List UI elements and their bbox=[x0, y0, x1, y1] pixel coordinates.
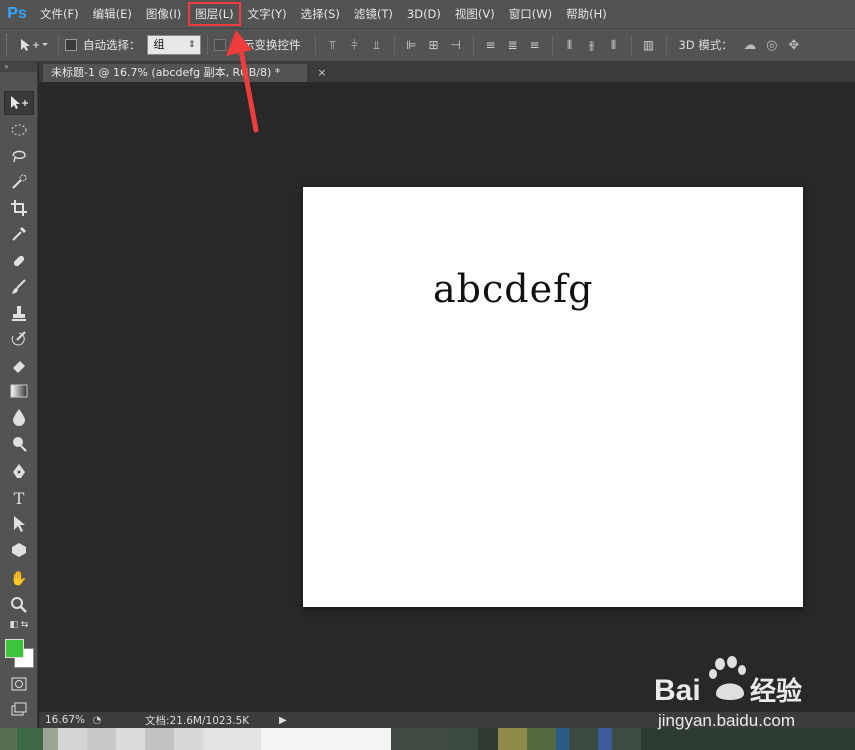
crop-icon[interactable] bbox=[4, 196, 34, 220]
3d-pan-icon[interactable]: ✥ bbox=[783, 34, 805, 56]
menu-help[interactable]: 帮助(H) bbox=[560, 3, 613, 25]
3d-roll-icon[interactable]: ◎ bbox=[761, 34, 783, 56]
dodge-icon[interactable] bbox=[4, 432, 34, 456]
align-vcenter-icon[interactable]: ⫩ bbox=[344, 34, 366, 56]
hand-icon[interactable]: ✋ bbox=[4, 567, 34, 591]
pen-icon[interactable] bbox=[4, 460, 34, 484]
auto-select-checkbox[interactable] bbox=[65, 39, 77, 51]
status-menu-arrow-icon[interactable]: ▶ bbox=[279, 715, 291, 726]
zoom-icon[interactable] bbox=[4, 593, 34, 617]
distribute-top-icon[interactable]: ≡ bbox=[480, 34, 502, 56]
updown-caret-icon: ⇕ bbox=[187, 40, 196, 50]
shape-icon[interactable] bbox=[4, 538, 34, 562]
move-tool-icon bbox=[21, 39, 48, 51]
document-canvas[interactable]: abcdefg bbox=[303, 187, 803, 607]
mode-label: 3D 模式： bbox=[678, 38, 733, 52]
menu-file[interactable]: 文件(F) bbox=[34, 3, 85, 25]
brush-icon[interactable] bbox=[4, 275, 34, 299]
taskbar-blurred bbox=[0, 728, 855, 750]
menu-bar: Ps 文件(F) 编辑(E) 图像(I) 图层(L) 文字(Y) 选择(S) 滤… bbox=[0, 0, 855, 28]
tool-preset-picker[interactable] bbox=[14, 34, 52, 56]
foreground-color-swatch[interactable] bbox=[5, 639, 24, 658]
healing-brush-icon[interactable] bbox=[4, 249, 34, 273]
blur-icon[interactable] bbox=[4, 405, 34, 429]
status-info-icon[interactable]: ◔ bbox=[89, 712, 105, 728]
path-select-icon[interactable] bbox=[4, 512, 34, 536]
separator bbox=[393, 35, 395, 55]
menu-3d[interactable]: 3D(D) bbox=[401, 3, 447, 25]
type-icon[interactable]: T bbox=[4, 486, 34, 510]
annotation-arrow bbox=[226, 30, 259, 133]
separator bbox=[58, 35, 59, 55]
gradient-icon[interactable] bbox=[4, 379, 34, 403]
canvas-text-layer[interactable]: abcdefg bbox=[433, 267, 593, 311]
auto-select-dropdown[interactable]: 组 ⇕ bbox=[146, 35, 201, 55]
close-icon[interactable]: × bbox=[314, 64, 330, 82]
eyedropper-icon[interactable] bbox=[4, 222, 34, 246]
svg-text:jingyan.baidu.com: jingyan.baidu.com bbox=[657, 711, 795, 730]
toolbox: » T ✋ ◧ ⇆ bbox=[0, 62, 38, 732]
distribute-bottom-icon[interactable]: ≡ bbox=[524, 34, 546, 56]
align-bottom-icon[interactable]: ⫫ bbox=[366, 34, 388, 56]
align-top-icon[interactable]: ⫪ bbox=[322, 34, 344, 56]
align-hcenter-icon[interactable]: ⊞ bbox=[423, 34, 445, 56]
menu-edit[interactable]: 编辑(E) bbox=[87, 3, 138, 25]
menu-view[interactable]: 视图(V) bbox=[449, 3, 501, 25]
quick-mask-icon[interactable] bbox=[4, 672, 34, 696]
menu-type[interactable]: 文字(Y) bbox=[242, 3, 293, 25]
distribute-right-icon[interactable]: ⫴ bbox=[603, 34, 625, 56]
separator bbox=[630, 35, 632, 55]
separator bbox=[206, 35, 208, 55]
marquee-icon[interactable] bbox=[4, 118, 34, 142]
document-area: 未标题-1 @ 16.7% (abcdefg 副本, RGB/8) * × ab… bbox=[39, 62, 855, 712]
toolbox-collapse-icon[interactable]: » bbox=[0, 62, 37, 72]
align-right-icon[interactable]: ⊣ bbox=[445, 34, 467, 56]
distribute-hcenter-icon[interactable]: ⫵ bbox=[581, 34, 603, 56]
default-colors-icon[interactable]: ◧ ⇆ bbox=[4, 618, 34, 632]
clone-stamp-icon[interactable] bbox=[4, 301, 34, 325]
quick-select-icon[interactable] bbox=[4, 170, 34, 194]
ps-logo: Ps bbox=[7, 5, 27, 22]
photoshop-window: Ps 文件(F) 编辑(E) 图像(I) 图层(L) 文字(Y) 选择(S) 滤… bbox=[0, 0, 855, 750]
separator bbox=[314, 35, 316, 55]
eraser-icon[interactable] bbox=[4, 353, 34, 377]
baidu-logo-icon: Bai 经验 jingyan.baidu.com bbox=[654, 656, 802, 730]
menu-image[interactable]: 图像(I) bbox=[140, 3, 187, 25]
menu-filter[interactable]: 滤镜(T) bbox=[348, 3, 399, 25]
document-info: 文档:21.6M/1023.5K bbox=[145, 714, 250, 727]
menu-layer[interactable]: 图层(L) bbox=[188, 2, 241, 26]
separator bbox=[665, 35, 667, 55]
tab-strip: 未标题-1 @ 16.7% (abcdefg 副本, RGB/8) * × bbox=[39, 62, 855, 82]
auto-select-label: 自动选择： bbox=[83, 38, 141, 52]
menu-window[interactable]: 窗口(W) bbox=[503, 3, 558, 25]
separator bbox=[551, 35, 553, 55]
auto-align-icon[interactable]: ▥ bbox=[638, 34, 660, 56]
auto-select-value: 组 bbox=[153, 38, 165, 51]
move-tool-icon[interactable] bbox=[4, 91, 34, 115]
options-grip[interactable] bbox=[6, 34, 14, 56]
distribute-left-icon[interactable]: ⫴ bbox=[559, 34, 581, 56]
svg-text:经验: 经验 bbox=[750, 676, 802, 707]
lasso-icon[interactable] bbox=[4, 144, 34, 168]
screen-mode-icon[interactable] bbox=[4, 697, 34, 721]
svg-text:Bai: Bai bbox=[654, 674, 701, 707]
history-brush-icon[interactable] bbox=[4, 327, 34, 351]
align-left-icon[interactable]: ⊫ bbox=[401, 34, 423, 56]
zoom-level[interactable]: 16.67% bbox=[39, 714, 89, 726]
baidu-jingyan-watermark: Bai 经验 jingyan.baidu.com bbox=[652, 656, 832, 730]
separator bbox=[472, 35, 474, 55]
options-bar: 自动选择： 组 ⇕ 显示变换控件 ⫪ ⫩ ⫫ ⊫ ⊞ ⊣ ≡ ≣ ≡ ⫴ ⫵ ⫴… bbox=[0, 28, 855, 62]
distribute-vcenter-icon[interactable]: ≣ bbox=[502, 34, 524, 56]
3d-rotate-icon[interactable]: ☁ bbox=[739, 34, 761, 56]
menu-select[interactable]: 选择(S) bbox=[295, 3, 346, 25]
